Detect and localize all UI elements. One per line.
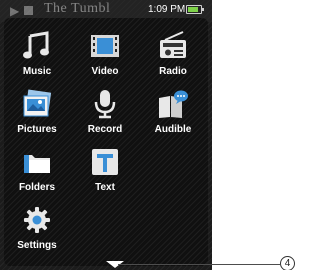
menu-item-video[interactable]: Video: [72, 26, 138, 84]
menu-item-label: Record: [87, 124, 123, 135]
callout-number: 4: [280, 256, 295, 270]
menu-item-pictures[interactable]: Pictures: [4, 84, 70, 142]
film-icon: [91, 35, 119, 57]
menu-item-label: Video: [91, 66, 119, 77]
stop-icon: [24, 6, 33, 15]
radio-icon: [160, 31, 186, 58]
menu-item-radio[interactable]: Radio: [140, 26, 206, 84]
microphone-icon: [94, 90, 116, 119]
folder-icon: [24, 155, 50, 173]
text-icon: [92, 149, 118, 175]
audible-book-icon: [159, 90, 188, 118]
pictures-icon: [23, 89, 52, 117]
gear-icon: [24, 207, 50, 233]
menu-item-label: Settings: [17, 240, 57, 251]
play-icon: ▶: [10, 4, 20, 18]
menu-item-label: Pictures: [17, 124, 57, 135]
battery-icon: [186, 5, 204, 14]
menu-item-folders[interactable]: Folders: [4, 142, 70, 200]
menu-item-label: Radio: [159, 66, 187, 77]
device-screen: ▶ The Tumbl 1:09 PM Music Video Radio Pi…: [0, 0, 212, 270]
menu-item-music[interactable]: Music: [4, 26, 70, 84]
menu-item-label: Text: [95, 182, 115, 193]
menu-item-settings[interactable]: Settings: [4, 200, 70, 258]
menu-item-label: Folders: [18, 182, 56, 193]
now-playing-title: The Tumbl: [44, 1, 111, 16]
menu-item-record[interactable]: Record: [72, 84, 138, 142]
main-menu-panel: Music Video Radio Pictures Record Audibl…: [4, 18, 208, 266]
menu-item-label: Audible: [154, 124, 192, 135]
status-time: 1:09 PM: [148, 4, 186, 15]
callout-line: [118, 264, 280, 265]
menu-item-label: Music: [22, 66, 52, 77]
menu-item-audible[interactable]: Audible: [140, 84, 206, 142]
music-note-icon: [23, 31, 49, 59]
menu-item-text[interactable]: Text: [72, 142, 138, 200]
